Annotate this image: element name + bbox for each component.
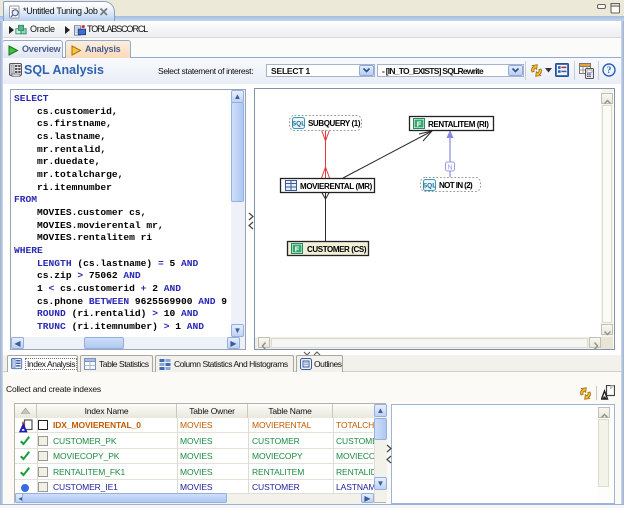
svg-text:F: F (295, 244, 300, 253)
svg-text:F: F (417, 119, 422, 128)
svg-text:N: N (447, 165, 452, 172)
svg-text:?: ? (607, 66, 612, 76)
svg-text:SQL: SQL (423, 183, 436, 190)
svg-text:SQL: SQL (292, 121, 305, 128)
